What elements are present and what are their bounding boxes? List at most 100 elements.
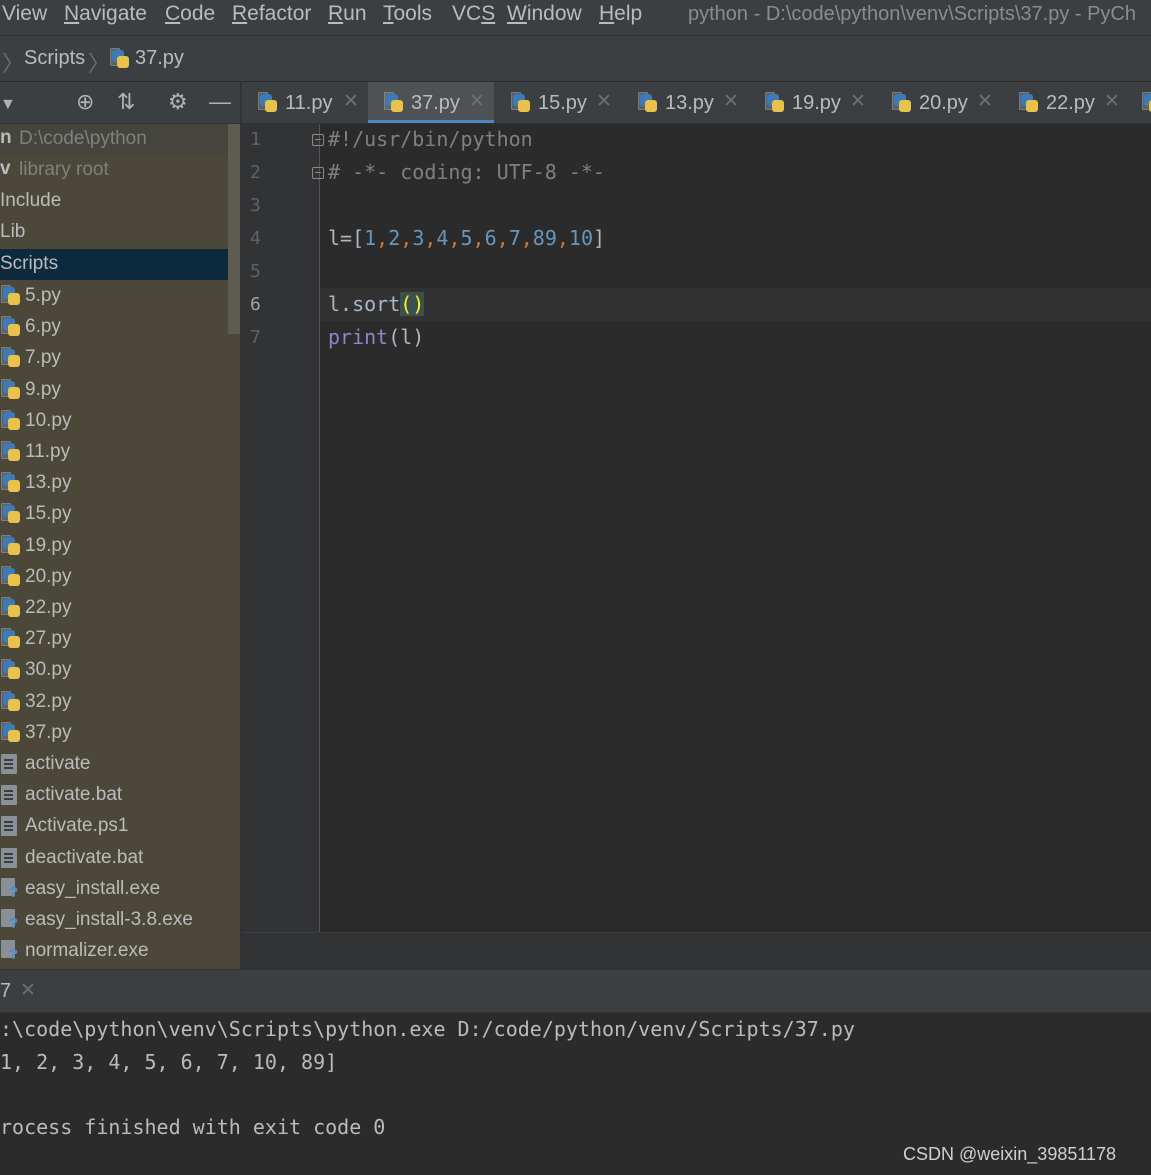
close-icon[interactable]: ✕	[1104, 90, 1120, 113]
tab-label: 15.py	[538, 92, 587, 114]
tree-label: 5.py	[25, 285, 61, 306]
editor-tab[interactable]: 20.py ✕	[876, 82, 1002, 123]
editor-tab[interactable]: 37.py ✕	[368, 82, 494, 123]
breadcrumb: 〉 Scripts 〉 37.py	[0, 36, 1151, 82]
close-icon[interactable]: ✕	[596, 90, 612, 113]
gutter-divider	[319, 124, 320, 932]
tree-label: 13.py	[25, 472, 72, 494]
close-icon[interactable]: ✕	[20, 979, 36, 1002]
tree-file-py[interactable]: 20.py	[0, 562, 240, 593]
comma: ,	[424, 226, 437, 250]
list-number: 10	[568, 226, 594, 250]
tree-folder-lib[interactable]: Lib	[0, 217, 240, 248]
tree-file-py[interactable]: 32.py	[0, 687, 240, 718]
comma: ,	[556, 226, 569, 250]
tree-label: 22.py	[25, 597, 72, 618]
comma: ,	[448, 226, 461, 250]
tree-file-text[interactable]: activate	[0, 749, 240, 780]
venv-prefix: v	[0, 158, 11, 179]
tree-file-py[interactable]: 30.py	[0, 655, 240, 686]
list-assign: l=[	[328, 226, 365, 250]
tree-label: 27.py	[25, 628, 72, 650]
close-icon[interactable]: ✕	[723, 90, 739, 113]
close-icon[interactable]: ✕	[977, 90, 993, 113]
tree-label: 37.py	[25, 721, 72, 743]
editor-tab[interactable]: 15.py ✕	[495, 82, 621, 123]
menu-navigate[interactable]: Navigate	[64, 1, 147, 27]
code-line-7: print(l)	[328, 323, 424, 351]
tree-file-py[interactable]: 7.py	[0, 343, 240, 374]
python-file-icon	[1, 472, 21, 494]
text-file-icon	[1, 754, 17, 774]
tree-file-py[interactable]: 22.py	[0, 593, 240, 624]
tree-scrollbar[interactable]	[228, 124, 240, 334]
menu-vcs[interactable]: VCS	[452, 1, 495, 27]
tree-folder-scripts[interactable]: Scripts	[0, 249, 240, 280]
editor-tabs: 11.py ✕ 37.py ✕ 15.py ✕ 13.py ✕ 19.py ✕ 20.py ✕ 22.p…	[242, 82, 1151, 124]
tab-label: 37.py	[411, 92, 460, 114]
python-file-icon	[1, 565, 21, 588]
console-line: 1, 2, 3, 4, 5, 6, 7, 10, 89]	[0, 1050, 338, 1074]
tree-venv[interactable]: v library root	[0, 155, 240, 186]
tree-file-exe[interactable]: ? normalizer.exe	[0, 936, 240, 967]
tree-label: Scripts	[0, 253, 59, 274]
breadcrumb-scripts[interactable]: Scripts	[24, 46, 85, 70]
line-number: 1	[250, 129, 261, 150]
tree-file-text[interactable]: deactivate.bat	[0, 843, 240, 874]
tree-file-py[interactable]: 15.py	[0, 499, 240, 530]
tree-file-text[interactable]: activate.bat	[0, 780, 240, 811]
tree-file-exe[interactable]: ? easy_install-3.8.exe	[0, 905, 240, 936]
tree-root[interactable]: n D:\code\python	[0, 124, 240, 155]
breadcrumb-file[interactable]: 37.py	[135, 46, 184, 70]
tree-file-py[interactable]: 13.py	[0, 468, 240, 499]
tree-file-py[interactable]: 10.py	[0, 406, 240, 437]
menu-code[interactable]: Code	[165, 1, 215, 27]
editor-tab[interactable]: 19.py ✕	[749, 82, 875, 123]
menu-help[interactable]: Help	[599, 1, 642, 27]
tree-file-py[interactable]: 9.py	[0, 375, 240, 406]
fold-marker-icon[interactable]	[312, 134, 324, 146]
python-file-icon	[638, 92, 658, 114]
tree-file-text[interactable]: Activate.ps1	[0, 811, 240, 842]
tree-folder-include[interactable]: Include	[0, 186, 240, 217]
tree-file-py[interactable]: 11.py	[0, 437, 240, 468]
editor-tab[interactable]: 22.py ✕	[1003, 82, 1129, 123]
comma: ,	[376, 226, 389, 250]
tree-file-py[interactable]: 6.py	[0, 312, 240, 343]
fold-marker-icon[interactable]	[312, 167, 324, 179]
menu-view[interactable]: View	[2, 1, 47, 27]
gear-icon[interactable]: ⚙	[168, 90, 188, 114]
locate-file-icon[interactable]: ⊕	[76, 90, 94, 114]
list-number: 89	[532, 226, 557, 250]
matched-brace: ()	[400, 292, 425, 316]
close-icon[interactable]: ✕	[850, 90, 866, 113]
collapse-all-icon[interactable]: ⇅	[117, 90, 135, 114]
tree-file-py[interactable]: 27.py	[0, 624, 240, 655]
python-file-icon	[1, 503, 21, 525]
close-icon[interactable]: ✕	[343, 90, 359, 113]
menu-window[interactable]: Window	[507, 1, 582, 27]
tree-file-py[interactable]: 19.py	[0, 531, 240, 562]
list-number: 6	[484, 226, 497, 250]
hide-panel-icon[interactable]: —	[209, 90, 231, 114]
comma: ,	[400, 226, 413, 250]
menu-tools[interactable]: Tools	[383, 1, 432, 27]
tab-label: 22.py	[1046, 92, 1095, 114]
close-icon[interactable]: ✕	[469, 90, 485, 113]
editor-tab[interactable]: 13.py ✕	[622, 82, 748, 123]
run-tab[interactable]: 7	[0, 980, 11, 1003]
tree-file-exe[interactable]: ? easy_install.exe	[0, 874, 240, 905]
text-file-icon	[1, 785, 17, 806]
python-file-icon	[1, 316, 21, 338]
list-number: 7	[508, 226, 521, 250]
tree-file-py[interactable]: 37.py	[0, 718, 240, 749]
menu-run[interactable]: Run	[328, 1, 367, 27]
menu-refactor[interactable]: Refactor	[232, 1, 311, 27]
tree-file-py[interactable]: 5.py	[0, 281, 240, 312]
line-number: 4	[250, 228, 261, 249]
editor-tab[interactable]: 11.py ✕	[242, 82, 368, 123]
root-path: D:\code\python	[19, 128, 147, 149]
venv-label: library root	[19, 159, 109, 180]
dropdown-arrow-icon[interactable]: ▼	[0, 93, 16, 117]
code-editor[interactable]: 1 2 3 4 5 6 7 #!/usr/bin/python # -*- co…	[242, 124, 1151, 932]
